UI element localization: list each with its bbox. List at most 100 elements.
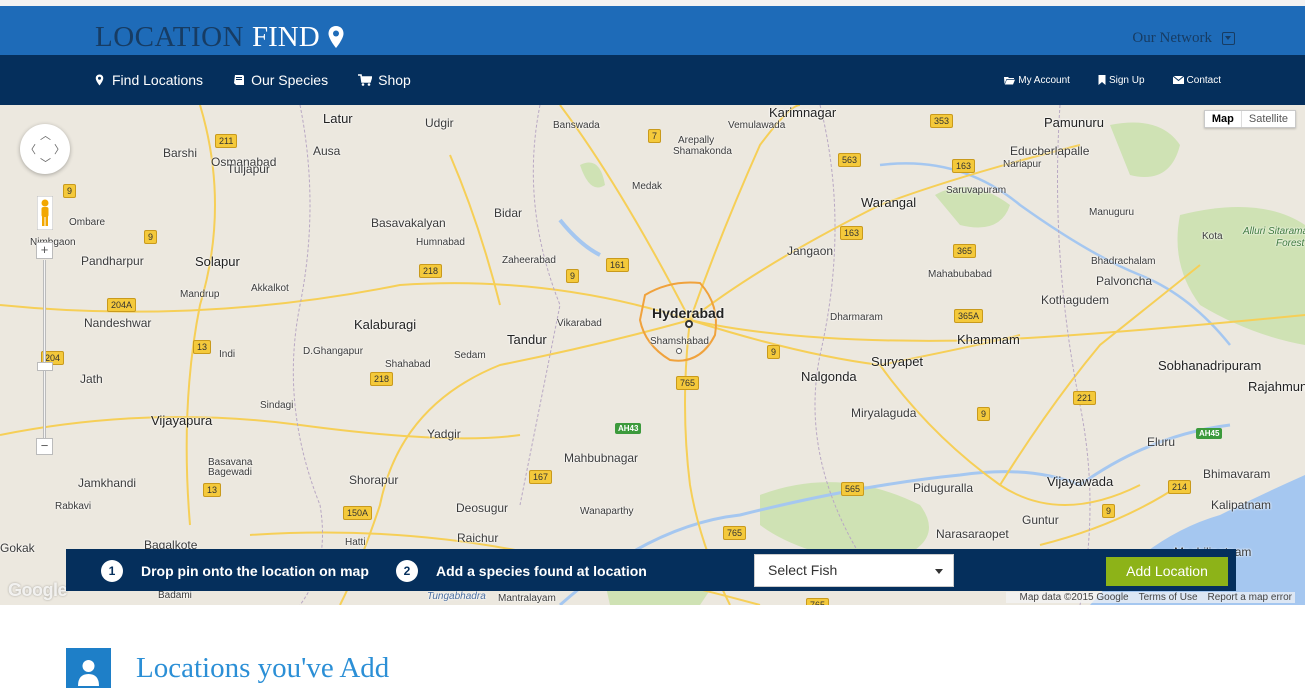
nav-find-locations-label: Find Locations <box>112 72 204 88</box>
map-label: Zaheerabad <box>502 255 556 266</box>
map-label: Kothagudem <box>1041 293 1110 307</box>
section-title: Locations you've Add <box>136 652 390 684</box>
map-label: Saruvapuram <box>946 185 1007 196</box>
chevron-down-icon <box>935 569 943 574</box>
map-label: Barshi <box>163 146 198 160</box>
add-location-toolbar: 1 Drop pin onto the location on map 2 Ad… <box>66 549 1236 591</box>
map-label: Forest <box>1276 238 1305 249</box>
nav-shop-label: Shop <box>378 72 411 88</box>
map-label: Mahbubnagar <box>564 451 639 465</box>
road-shield: 163 <box>840 226 864 240</box>
pan-down-icon[interactable]: ﹀ <box>40 155 51 171</box>
map-label: Humnabad <box>416 237 465 248</box>
step-number: 2 <box>396 560 418 582</box>
step-2: 2 Add a species found at location <box>396 560 647 582</box>
map-label: Ombare <box>69 217 106 228</box>
road-shield: 150A <box>343 506 373 520</box>
map-label: Kalipatnam <box>1211 498 1272 512</box>
map-label: Banswada <box>553 120 600 131</box>
map-label: Vemulawada <box>728 120 786 131</box>
select-fish-dropdown[interactable]: Select Fish <box>754 554 954 587</box>
road-shield: 9 <box>767 345 781 359</box>
map-label: Basavakalyan <box>371 216 446 230</box>
map-label: Kota <box>1202 231 1223 242</box>
map-label: Guntur <box>1022 513 1059 527</box>
map-label: Jangaon <box>787 244 834 258</box>
road-shield: 163 <box>952 159 976 173</box>
zoom-out-button[interactable]: − <box>36 438 53 455</box>
map-label: Vijayawada <box>1047 474 1114 489</box>
city-marker-icon <box>685 320 693 328</box>
nav-sign-up[interactable]: Sign Up <box>1098 75 1145 86</box>
map-label: Jamkhandi <box>78 476 137 490</box>
city-marker-icon <box>676 348 682 354</box>
step-text: Add a species found at location <box>436 563 647 579</box>
zoom-slider-track[interactable] <box>43 260 46 442</box>
report-map-error-link[interactable]: Report a map error <box>1208 592 1292 603</box>
map-label: Bhimavaram <box>1203 467 1271 481</box>
nav-shop[interactable]: Shop <box>358 72 411 88</box>
pan-up-icon[interactable]: ︿ <box>40 127 51 143</box>
map-type-satellite-button[interactable]: Satellite <box>1242 111 1295 127</box>
nav-our-species-label: Our Species <box>251 72 329 88</box>
map-type-control: Map Satellite <box>1203 110 1296 128</box>
map-data-credit: Map data ©2015 Google <box>1019 592 1129 603</box>
pegman-icon[interactable] <box>37 196 53 230</box>
map-label: Solapur <box>195 254 240 269</box>
nav-find-locations[interactable]: Find Locations <box>95 72 203 88</box>
nav-my-account[interactable]: My Account <box>1004 75 1070 86</box>
step-text: Drop pin onto the location on map <box>141 563 369 579</box>
step-number: 1 <box>101 560 123 582</box>
road-shield: 365 <box>953 244 977 258</box>
pan-control[interactable]: ︿ ﹀ 〈 〉 <box>20 124 70 174</box>
road-shield: 167 <box>529 470 553 484</box>
map-label: Suryapet <box>871 354 924 369</box>
brand-logo[interactable]: LOCATION FIND <box>95 20 345 54</box>
road-shield: 13 <box>203 483 222 497</box>
map-label: Hatti <box>345 537 366 548</box>
road-shield: 221 <box>1073 391 1097 405</box>
map-label: Deosugur <box>456 501 509 515</box>
map-label: Bhadrachalam <box>1091 256 1156 267</box>
road-shield: 765 <box>723 526 747 540</box>
our-network-dropdown[interactable]: Our Network <box>1132 30 1235 47</box>
map-canvas[interactable]: Latur Udgir Banswada Karimnagar Vemulawa… <box>0 105 1305 605</box>
map-label: Pamunuru <box>1044 115 1104 130</box>
nav-contact[interactable]: Contact <box>1172 74 1221 86</box>
pan-left-icon[interactable]: 〈 <box>25 141 36 157</box>
road-shield: 9 <box>566 269 580 283</box>
map-label: Manuguru <box>1089 207 1135 218</box>
map-marker-icon <box>95 74 104 86</box>
road-shield: 7 <box>648 129 662 143</box>
map-label: Pandharpur <box>81 254 144 268</box>
zoom-slider-handle[interactable] <box>37 362 53 371</box>
road-shield: AH45 <box>1196 428 1223 439</box>
book-icon <box>234 75 245 85</box>
nav-contact-label: Contact <box>1186 74 1221 86</box>
terms-of-use-link[interactable]: Terms of Use <box>1139 592 1198 603</box>
envelope-icon <box>1172 76 1184 84</box>
map-label: Vijayapura <box>151 413 213 428</box>
road-shield: 218 <box>370 372 394 386</box>
cart-icon <box>358 74 373 86</box>
road-shield: 218 <box>419 264 443 278</box>
map-label: Educberlapalle <box>1010 144 1090 158</box>
map-label: Shamshabad <box>650 336 709 347</box>
nav-our-species[interactable]: Our Species <box>233 72 328 88</box>
add-location-button[interactable]: Add Location <box>1106 557 1228 586</box>
road-shield: 204A <box>107 298 137 312</box>
map-label: Palvoncha <box>1096 274 1153 288</box>
map-label: Indi <box>219 349 236 360</box>
map-type-map-button[interactable]: Map <box>1205 111 1242 127</box>
road-shield: 211 <box>215 134 238 148</box>
road-shield: 353 <box>930 114 954 128</box>
road-shield: 765 <box>676 376 700 390</box>
map-label: Shorapur <box>349 473 399 487</box>
map-label: Mandrup <box>180 289 220 300</box>
map-label: Vikarabad <box>557 318 602 329</box>
pan-right-icon[interactable]: 〉 <box>54 141 65 157</box>
step-1: 1 Drop pin onto the location on map <box>101 560 369 582</box>
map-label: Narasaraopet <box>936 527 1009 541</box>
zoom-in-button[interactable]: + <box>36 242 53 259</box>
brand-part2: FIND <box>252 20 320 53</box>
